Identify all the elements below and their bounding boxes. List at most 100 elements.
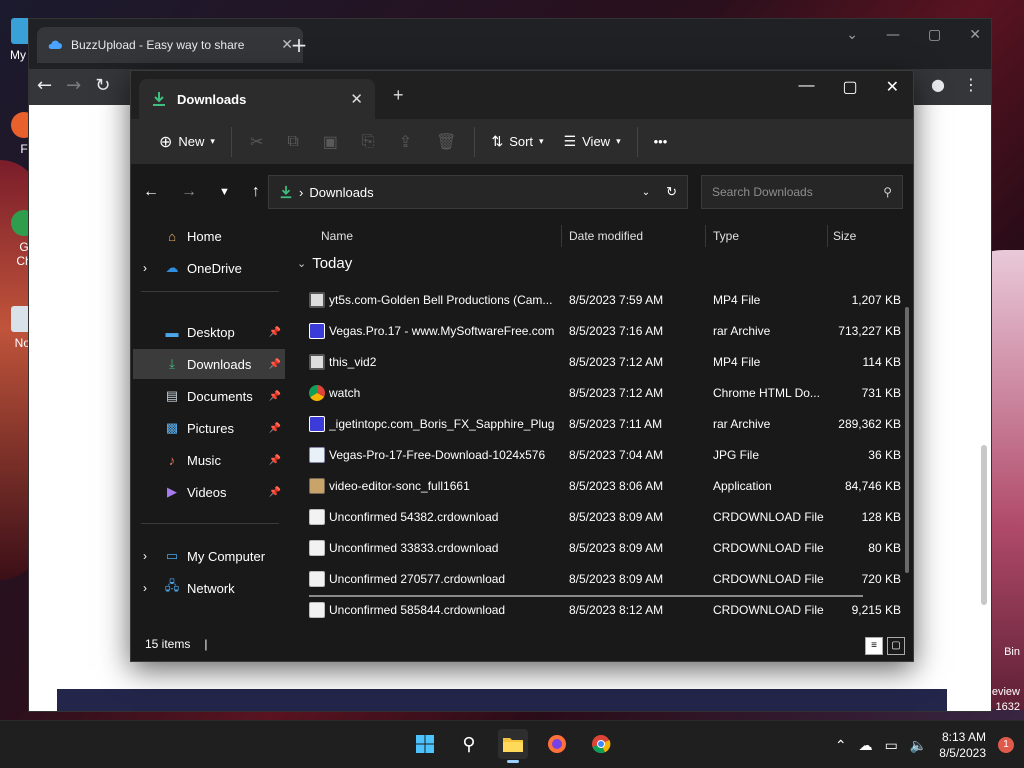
clock[interactable]: 8:13 AM 8/5/2023 — [939, 729, 986, 761]
picture-icon: ▩ — [165, 420, 179, 435]
desktop-label-preview: eview — [991, 686, 1020, 698]
taskbar-apps: ⚲ — [410, 729, 616, 763]
menu-kebab-icon[interactable]: ⋮ — [963, 75, 979, 94]
chevron-up-icon[interactable]: ⌃ — [835, 737, 847, 754]
image-file-icon — [309, 447, 325, 463]
cut-button[interactable]: ✂ — [238, 126, 275, 158]
file-name: watch — [329, 386, 361, 400]
search-input[interactable]: Search Downloads ⚲ — [701, 175, 903, 209]
scrollbar-thumb[interactable] — [981, 445, 987, 605]
explorer-tab-downloads[interactable]: Downloads ✕ — [139, 79, 375, 119]
minimize-icon[interactable]: — — [886, 27, 900, 43]
file-row[interactable]: Vegas.Pro.17 - www.MySoftwareFree.com 8/5… — [291, 316, 901, 347]
search-button[interactable]: ⚲ — [454, 729, 484, 759]
search-placeholder: Search Downloads — [712, 185, 813, 199]
taskbar-chrome[interactable] — [586, 729, 616, 759]
tiles-view-icon[interactable]: ▢ — [887, 637, 905, 655]
rename-button[interactable]: ⎘ — [350, 126, 387, 158]
group-header-today[interactable]: ⌄ Today — [297, 255, 352, 272]
sidebar-item-onedrive[interactable]: › ☁ OneDrive — [133, 253, 285, 283]
file-name: yt5s.com-Golden Bell Productions (Cam... — [329, 293, 553, 307]
taskbar-firefox[interactable] — [542, 729, 572, 759]
file-row[interactable]: Unconfirmed 33833.crdownload 8/5/2023 8:0… — [291, 533, 901, 564]
sidebar-item-pictures[interactable]: ▩ Pictures 📌 — [133, 413, 285, 443]
chevron-right-icon[interactable]: › — [143, 261, 147, 275]
file-row[interactable]: watch 8/5/2023 7:12 AM Chrome HTML Do... 73… — [291, 378, 901, 409]
tab-search-icon[interactable]: ⌄ — [846, 27, 858, 43]
file-row[interactable]: _igetintopc.com_Boris_FX_Sapphire_Plug..… — [291, 409, 901, 440]
profile-icon[interactable]: ● — [931, 75, 945, 94]
copy-button[interactable]: ⧉ — [275, 126, 310, 158]
back-arrow-icon[interactable]: ← — [143, 183, 159, 201]
divider[interactable] — [561, 225, 562, 247]
divider[interactable] — [827, 225, 828, 247]
clock-time: 8:13 AM — [941, 730, 986, 744]
chevron-right-icon[interactable]: › — [143, 549, 147, 563]
sort-arrows-icon: ⇅ — [491, 133, 504, 149]
file-row[interactable]: Unconfirmed 54382.crdownload 8/5/2023 8:0… — [291, 502, 901, 533]
close-icon[interactable]: ✕ — [350, 90, 363, 108]
sidebar-item-network[interactable]: › 🖧 Network — [133, 573, 285, 603]
new-tab-button[interactable]: + — [289, 33, 309, 57]
view-button[interactable]: ☰ View ▾ — [554, 126, 631, 158]
sidebar-item-music[interactable]: ♪ Music 📌 — [133, 445, 285, 475]
file-row[interactable]: this_vid2 8/5/2023 7:12 AM MP4 File 114 KB — [291, 347, 901, 378]
details-view-icon[interactable]: ≡ — [865, 637, 883, 655]
maximize-icon[interactable]: ▢ — [842, 77, 857, 97]
network-icon[interactable]: ▭ — [885, 737, 898, 754]
close-icon[interactable]: ✕ — [886, 77, 899, 97]
sidebar-item-home[interactable]: ⌂ Home — [133, 221, 285, 251]
forward-arrow-icon[interactable]: → — [66, 75, 81, 96]
speaker-icon[interactable]: 🔈 — [910, 737, 927, 754]
file-row[interactable]: Unconfirmed 585844.crdownload 8/5/2023 8:… — [291, 595, 901, 626]
notification-badge[interactable]: 1 — [998, 737, 1014, 753]
address-dropdown-chevron-icon[interactable]: ⌄ — [642, 187, 650, 198]
more-options-button[interactable]: ••• — [644, 126, 678, 158]
browser-scrollbar[interactable] — [979, 115, 989, 635]
column-header-size[interactable]: Size — [833, 229, 856, 243]
file-row[interactable]: Vegas-Pro-17-Free-Download-1024x576 8/5/2… — [291, 440, 901, 471]
sort-button-label: Sort — [509, 134, 534, 149]
up-arrow-icon[interactable]: ↑ — [252, 183, 260, 201]
file-type: MP4 File — [713, 355, 761, 369]
file-name: Unconfirmed 54382.crdownload — [329, 510, 499, 524]
sidebar-item-my-computer[interactable]: › ▭ My Computer — [133, 541, 285, 571]
new-tab-button[interactable]: + — [393, 85, 404, 106]
minimize-icon[interactable]: — — [798, 77, 814, 97]
browser-tab[interactable]: BuzzUpload - Easy way to share ✕ — [37, 27, 303, 63]
pin-icon: 📌 — [268, 358, 281, 370]
paste-button[interactable]: ▣ — [311, 126, 350, 158]
divider[interactable] — [705, 225, 706, 247]
column-header-date-modified[interactable]: Date modified — [569, 229, 643, 243]
new-button[interactable]: ⊕ New ▾ — [149, 126, 225, 158]
file-list-scrollbar[interactable] — [905, 307, 909, 573]
address-bar[interactable]: › Downloads ⌄ ↻ — [268, 175, 688, 209]
recent-locations-chevron-icon[interactable]: ▼ — [219, 186, 230, 201]
sort-button[interactable]: ⇅ Sort ▾ — [481, 126, 553, 158]
sidebar-item-documents[interactable]: ▤ Documents 📌 — [133, 381, 285, 411]
breadcrumb-downloads[interactable]: Downloads — [309, 185, 641, 200]
taskbar-file-explorer[interactable] — [498, 729, 528, 763]
sidebar-item-downloads[interactable]: ⤓ Downloads 📌 — [133, 349, 285, 379]
share-button[interactable]: ⇪ — [387, 126, 424, 158]
sidebar-item-videos[interactable]: ▶ Videos 📌 — [133, 477, 285, 507]
file-row[interactable]: Unconfirmed 270577.crdownload 8/5/2023 8:… — [291, 564, 901, 595]
cloud-offline-icon[interactable]: ☁ — [859, 737, 873, 754]
sidebar-item-desktop[interactable]: ▬ Desktop 📌 — [133, 317, 285, 347]
file-row[interactable]: video-editor-sonc_full1661 8/5/2023 8:06 … — [291, 471, 901, 502]
column-header-name[interactable]: Name — [321, 229, 353, 243]
back-arrow-icon[interactable]: ← — [37, 75, 52, 96]
close-icon[interactable]: ✕ — [969, 27, 981, 43]
start-button[interactable] — [410, 729, 440, 759]
chevron-right-icon[interactable]: › — [143, 581, 147, 595]
maximize-icon[interactable]: ▢ — [928, 27, 941, 43]
file-row[interactable]: yt5s.com-Golden Bell Productions (Cam...… — [291, 285, 901, 316]
refresh-icon[interactable]: ↻ — [666, 184, 677, 200]
horizontal-scrollbar[interactable] — [309, 595, 863, 597]
forward-arrow-icon[interactable]: → — [181, 183, 197, 201]
reload-icon[interactable]: ↻ — [95, 75, 110, 96]
blank-file-icon — [309, 602, 325, 618]
delete-button[interactable]: 🗑 — [424, 126, 468, 158]
file-date-modified: 8/5/2023 8:09 AM — [569, 572, 664, 586]
column-header-type[interactable]: Type — [713, 229, 739, 243]
